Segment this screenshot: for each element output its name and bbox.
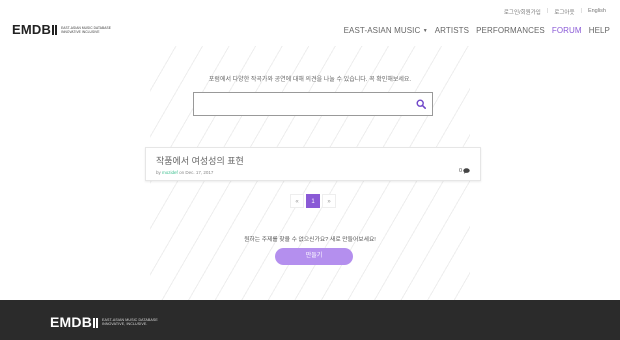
footer-tagline-line2: INNOVATIVE, INCLUSIVE. xyxy=(102,322,148,326)
logout-link[interactable]: 로그아웃 xyxy=(554,8,574,16)
post-date: Dec. 17, 2017 xyxy=(185,170,214,175)
main-nav: EAST-ASIAN MUSIC ▼ ARTISTS PERFORMANCES … xyxy=(344,26,610,35)
forum-main: 포럼에서 다양한 작곡가와 공연에 대해 의견을 나눌 수 있습니다. 꼭 확인… xyxy=(0,46,620,300)
create-topic-prompt: 원하는 주제를 찾을 수 없으신가요? 새로 만들어보세요! xyxy=(244,237,376,243)
pagination-next[interactable]: » xyxy=(322,194,336,208)
language-link[interactable]: English xyxy=(588,8,606,16)
nav-east-asian-music[interactable]: EAST-ASIAN MUSIC ▼ xyxy=(344,26,428,35)
search-icon[interactable] xyxy=(416,99,426,109)
forum-search-input[interactable] xyxy=(193,92,433,116)
divider: | xyxy=(546,8,549,14)
post-title[interactable]: 작품에서 여성성의 표현 xyxy=(156,154,244,167)
footer-logo[interactable]: EMDB EAST-ASIAN MUSIC DATABASE INNOVATIV… xyxy=(50,315,158,329)
logo-tagline-line2: INNOVATIVE INCLUSIVE xyxy=(61,29,100,34)
nav-performances[interactable]: PERFORMANCES xyxy=(476,26,545,35)
nav-artists[interactable]: ARTISTS xyxy=(435,26,469,35)
footer-logo-mark: EMDB xyxy=(50,315,99,329)
logo-mark: EMDB xyxy=(12,23,58,36)
pagination-page-1[interactable]: 1 xyxy=(306,194,320,208)
comment-count: 0 xyxy=(459,168,470,174)
post-date-prefix: on xyxy=(179,170,185,175)
nav-help[interactable]: HELP xyxy=(589,26,610,35)
nav-forum[interactable]: FORUM xyxy=(552,26,582,35)
forum-intro: 포럼에서 다양한 작곡가와 공연에 대해 의견을 나눌 수 있습니다. 꼭 확인… xyxy=(208,77,412,83)
pagination: « 1 » xyxy=(290,194,336,208)
utility-bar: 로그인/회원가입 | 로그아웃 | English xyxy=(504,8,606,16)
post-by-label: by xyxy=(156,170,161,175)
forum-post-card[interactable]: 작품에서 여성성의 표현 by mozidef on Dec. 17, 2017… xyxy=(145,147,481,181)
comment-count-value: 0 xyxy=(458,168,462,174)
site-logo[interactable]: EMDB EAST-ASIAN MUSIC DATABASE INNOVATIV… xyxy=(12,23,111,36)
signin-link[interactable]: 로그인/회원가입 xyxy=(504,8,541,16)
footer: EMDB EAST-ASIAN MUSIC DATABASE INNOVATIV… xyxy=(0,300,620,340)
footer-tagline: EAST-ASIAN MUSIC DATABASE INNOVATIVE, IN… xyxy=(102,318,158,326)
chevron-down-icon: ▼ xyxy=(422,28,428,34)
post-author[interactable]: mozidef xyxy=(162,170,178,175)
comment-icon xyxy=(463,168,470,174)
divider: | xyxy=(580,8,582,14)
post-meta: by mozidef on Dec. 17, 2017 xyxy=(156,170,213,175)
header: EMDB EAST-ASIAN MUSIC DATABASE INNOVATIV… xyxy=(0,20,620,42)
logo-tagline: EAST-ASIAN MUSIC DATABASE INNOVATIVE INC… xyxy=(61,26,111,34)
create-topic-button[interactable]: 만들기 xyxy=(275,248,353,265)
pagination-prev[interactable]: « xyxy=(290,194,304,208)
